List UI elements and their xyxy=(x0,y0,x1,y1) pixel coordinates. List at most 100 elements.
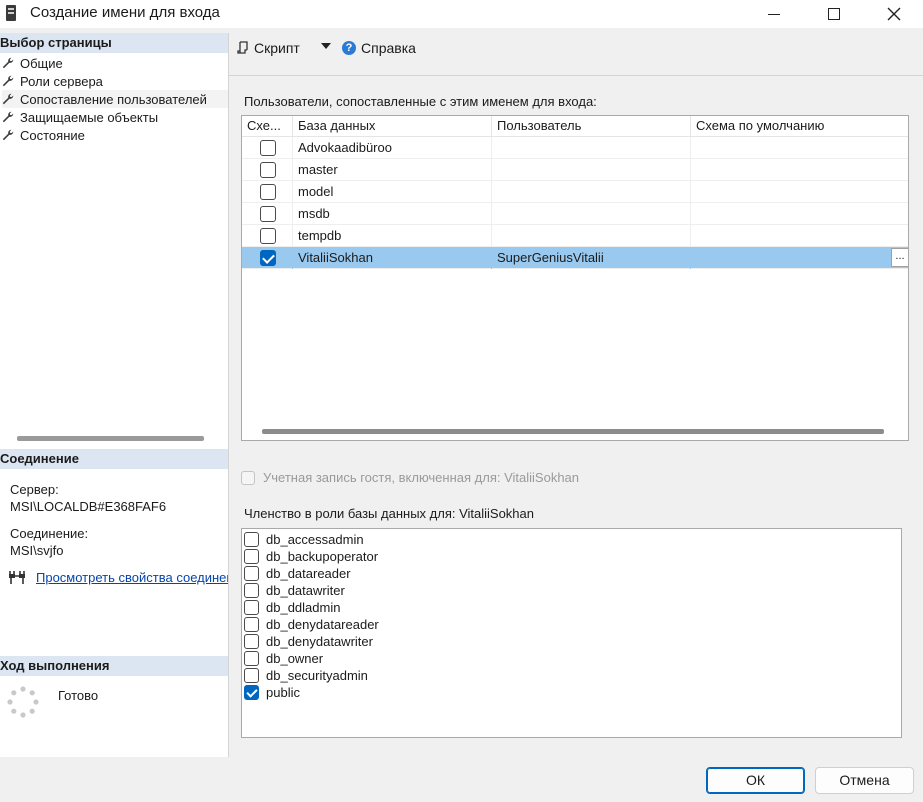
script-label: Скрипт xyxy=(254,40,300,56)
role-db-datawriter[interactable]: db_datawriter xyxy=(244,582,345,599)
left-panel: Выбор страницы Общие Роли сервера Сопост… xyxy=(0,33,228,757)
close-icon xyxy=(887,7,901,21)
role-db-denydatawriter[interactable]: db_denydatawriter xyxy=(244,633,373,650)
map-checkbox[interactable] xyxy=(260,206,276,222)
view-connection-properties-link[interactable]: Просмотреть свойства соединения xyxy=(36,570,228,585)
role-label: db_denydatareader xyxy=(266,617,379,632)
database-cell: Advokaadibüroo xyxy=(293,137,492,159)
col-header-default-schema[interactable]: Схема по умолчанию xyxy=(691,116,908,137)
page-item-server-roles[interactable]: Роли сервера xyxy=(2,72,228,90)
page-item-label: Роли сервера xyxy=(20,73,103,89)
wrench-icon xyxy=(2,111,14,123)
role-label: db_owner xyxy=(266,651,324,666)
schema-cell[interactable] xyxy=(691,225,908,247)
script-button[interactable]: Скрипт xyxy=(237,40,300,56)
table-row-selected[interactable]: VitaliiSokhan SuperGeniusVitalii ... xyxy=(242,247,908,269)
role-checkbox[interactable] xyxy=(244,549,259,564)
role-checkbox[interactable] xyxy=(244,634,259,649)
grid-header: Схе... База данных Пользователь Схема по… xyxy=(242,116,908,137)
user-cell[interactable] xyxy=(492,225,691,247)
close-button[interactable] xyxy=(870,0,918,28)
guest-account-label: Учетная запись гостя, включенная для: Vi… xyxy=(263,470,580,485)
schema-cell[interactable] xyxy=(691,247,908,269)
map-checkbox[interactable] xyxy=(260,140,276,156)
toolbar: Скрипт ? Справка xyxy=(229,33,923,73)
minimize-button[interactable] xyxy=(750,0,798,28)
user-cell[interactable] xyxy=(492,181,691,203)
page-list-scrollbar[interactable] xyxy=(17,436,204,441)
database-roles-list: db_accessadmin db_backupoperator db_data… xyxy=(241,528,902,738)
map-checkbox[interactable] xyxy=(260,250,276,266)
database-cell: model xyxy=(293,181,492,203)
user-cell[interactable] xyxy=(492,159,691,181)
role-label: db_backupoperator xyxy=(266,549,379,564)
page-item-label: Защищаемые объекты xyxy=(20,109,159,125)
page-item-general[interactable]: Общие xyxy=(2,54,228,72)
role-db-securityadmin[interactable]: db_securityadmin xyxy=(244,667,368,684)
role-checkbox[interactable] xyxy=(244,617,259,632)
grid-horizontal-scrollbar[interactable] xyxy=(262,429,884,434)
role-db-datareader[interactable]: db_datareader xyxy=(244,565,351,582)
content-area: Пользователи, сопоставленные с этим имен… xyxy=(229,75,923,757)
role-checkbox[interactable] xyxy=(244,685,259,700)
role-checkbox[interactable] xyxy=(244,532,259,547)
role-label: db_securityadmin xyxy=(266,668,368,683)
table-row[interactable]: model xyxy=(242,181,908,203)
role-checkbox[interactable] xyxy=(244,651,259,666)
role-db-owner[interactable]: db_owner xyxy=(244,650,323,667)
schema-cell[interactable] xyxy=(691,181,908,203)
schema-cell[interactable] xyxy=(691,159,908,181)
col-header-map[interactable]: Схе... xyxy=(242,116,293,137)
role-db-denydatareader[interactable]: db_denydatareader xyxy=(244,616,379,633)
minimize-icon xyxy=(768,13,780,15)
page-item-securables[interactable]: Защищаемые объекты xyxy=(2,108,228,126)
user-cell[interactable] xyxy=(492,203,691,225)
table-row[interactable]: msdb xyxy=(242,203,908,225)
database-cell: msdb xyxy=(293,203,492,225)
role-db-ddladmin[interactable]: db_ddladmin xyxy=(244,599,340,616)
role-checkbox[interactable] xyxy=(244,600,259,615)
page-item-status[interactable]: Состояние xyxy=(2,126,228,144)
map-checkbox[interactable] xyxy=(260,162,276,178)
role-checkbox[interactable] xyxy=(244,668,259,683)
table-row[interactable]: Advokaadibüroo xyxy=(242,137,908,159)
page-item-label: Общие xyxy=(20,55,63,71)
role-checkbox[interactable] xyxy=(244,583,259,598)
ok-button[interactable]: ОК xyxy=(706,767,805,794)
help-button[interactable]: ? Справка xyxy=(342,40,416,56)
wrench-icon xyxy=(2,75,14,87)
database-cell: master xyxy=(293,159,492,181)
table-row[interactable]: master xyxy=(242,159,908,181)
maximize-button[interactable] xyxy=(810,0,858,28)
database-cell: VitaliiSokhan xyxy=(293,247,492,269)
role-checkbox[interactable] xyxy=(244,566,259,581)
window-title: Создание имени для входа xyxy=(30,4,220,21)
map-checkbox[interactable] xyxy=(260,184,276,200)
schema-cell[interactable] xyxy=(691,137,908,159)
col-header-user[interactable]: Пользователь xyxy=(492,116,691,137)
database-cell: tempdb xyxy=(293,225,492,247)
title-bar: Создание имени для входа xyxy=(0,0,923,28)
server-label: Сервер: xyxy=(10,482,59,497)
progress-spinner-icon xyxy=(7,686,39,718)
role-db-backupoperator[interactable]: db_backupoperator xyxy=(244,548,378,565)
map-checkbox[interactable] xyxy=(260,228,276,244)
page-item-user-mapping[interactable]: Сопоставление пользователей xyxy=(2,90,228,108)
select-page-header: Выбор страницы xyxy=(0,33,228,53)
guest-account-checkbox xyxy=(241,470,255,485)
role-db-accessadmin[interactable]: db_accessadmin xyxy=(244,531,364,548)
connection-value: MSI\svjfo xyxy=(10,543,64,558)
guest-account-option: Учетная запись гостя, включенная для: Vi… xyxy=(241,470,579,485)
browse-schema-button[interactable]: ... xyxy=(891,248,908,267)
schema-cell[interactable] xyxy=(691,203,908,225)
table-row[interactable]: tempdb xyxy=(242,225,908,247)
cancel-button[interactable]: Отмена xyxy=(815,767,914,794)
user-cell[interactable]: SuperGeniusVitalii xyxy=(492,247,691,269)
script-icon xyxy=(237,41,248,54)
script-dropdown-icon[interactable] xyxy=(321,43,331,49)
wrench-icon xyxy=(2,129,14,141)
col-header-database[interactable]: База данных xyxy=(293,116,492,137)
user-cell[interactable] xyxy=(492,137,691,159)
page-item-label: Сопоставление пользователей xyxy=(20,91,207,107)
role-public[interactable]: public xyxy=(244,684,300,701)
